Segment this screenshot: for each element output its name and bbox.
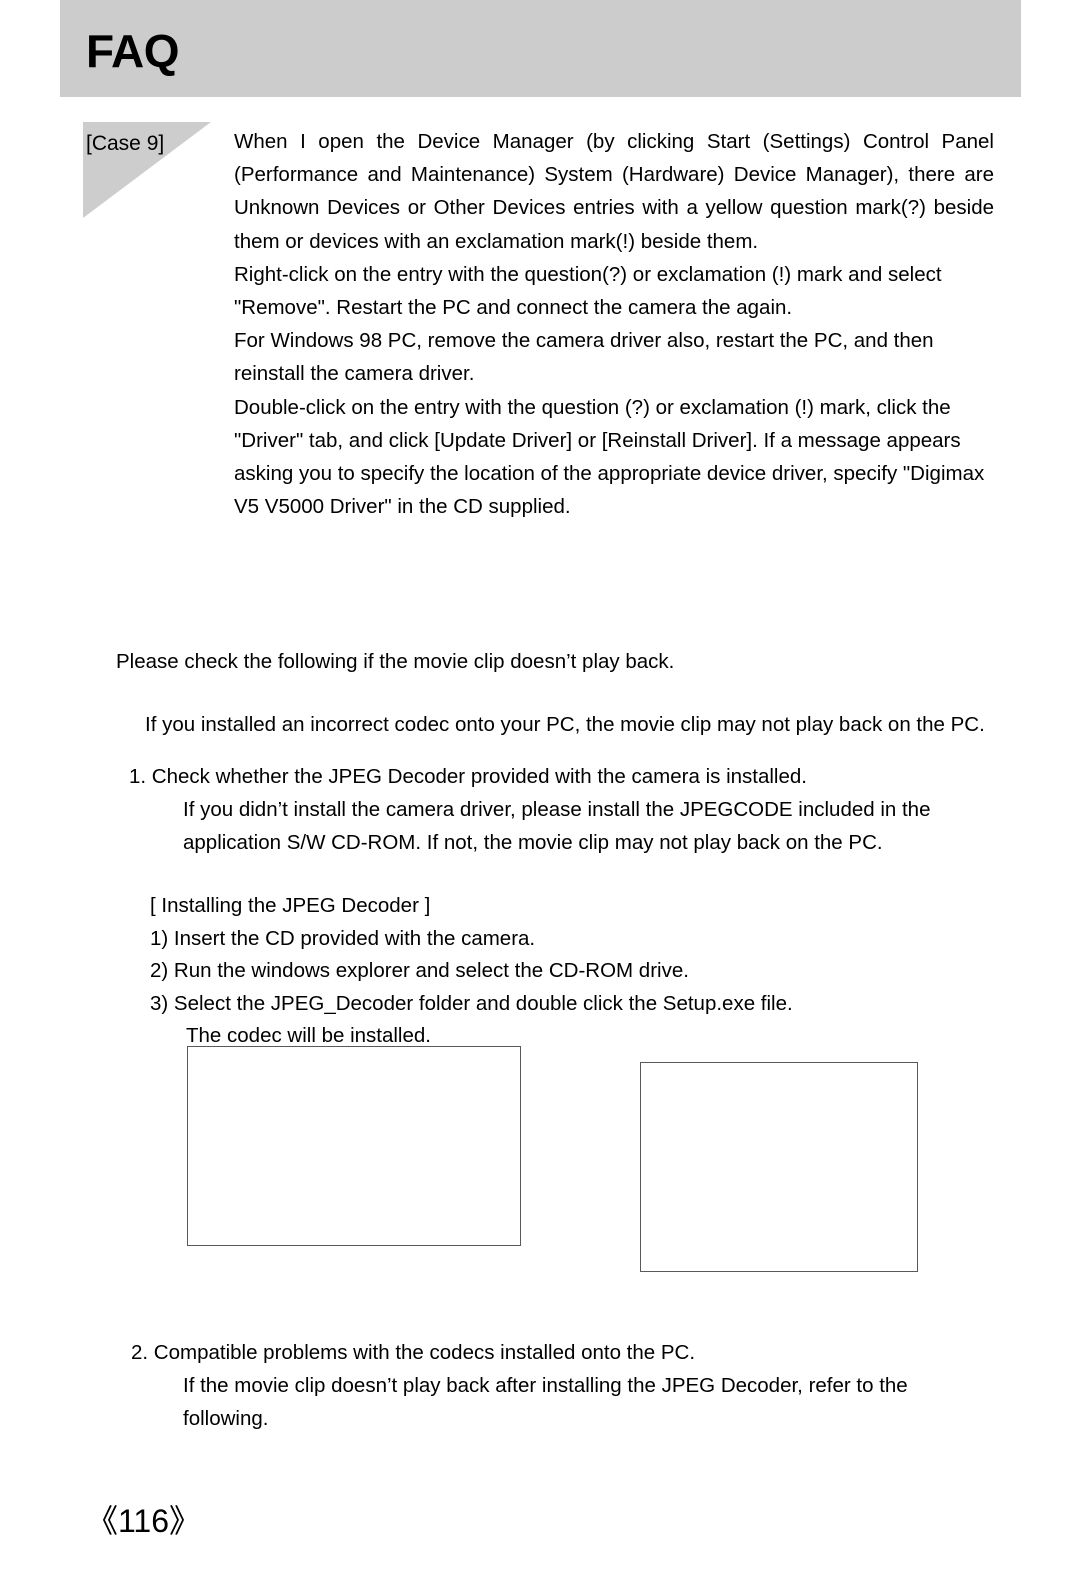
- case-paragraph-1: When I open the Device Manager (by click…: [234, 130, 994, 253]
- document-page: FAQ [Case 9] When I open the Device Mana…: [0, 0, 1080, 1585]
- install-step-2: 2) Run the windows explorer and select t…: [150, 959, 689, 982]
- case-paragraph-3: For Windows 98 PC, remove the camera dri…: [234, 329, 934, 386]
- movie-section-note: If you installed an incorrect codec onto…: [145, 713, 985, 736]
- install-guide-heading: [ Installing the JPEG Decoder ]: [150, 894, 431, 917]
- movie-item1-body: If you didn’t install the camera driver,…: [183, 793, 973, 859]
- movie-item2-line-1: If the movie clip doesn’t play back afte…: [183, 1374, 908, 1397]
- screenshot-placeholder-left: [187, 1046, 521, 1246]
- page-title: FAQ: [86, 25, 180, 77]
- install-step-1: 1) Insert the CD provided with the camer…: [150, 926, 536, 950]
- page-number: 《116》: [86, 1503, 202, 1539]
- screenshot-placeholder-right: [640, 1062, 918, 1272]
- page-header-band: [60, 0, 1021, 97]
- case-label: [Case 9]: [86, 132, 165, 155]
- movie-item1-heading: 1. Check whether the JPEG Decoder provid…: [129, 765, 807, 788]
- case-body: When I open the Device Manager (by click…: [234, 125, 994, 523]
- movie-item1-line-2: application S/W CD-ROM. If not, the movi…: [183, 831, 883, 854]
- movie-section-intro: Please check the following if the movie …: [116, 650, 675, 673]
- install-step-3: 3) Select the JPEG_Decoder folder and do…: [150, 991, 793, 1015]
- movie-item1-line-1: If you didn’t install the camera driver,…: [183, 798, 931, 821]
- install-guide-block: [ Installing the JPEG Decoder ] 1) Inser…: [150, 890, 793, 1053]
- movie-item2-line-2: following.: [183, 1407, 269, 1430]
- movie-item2-body: If the movie clip doesn’t play back afte…: [183, 1369, 973, 1435]
- case-paragraph-2: Right-click on the entry with the questi…: [234, 262, 942, 320]
- case-paragraph-4: Double-click on the entry with the quest…: [234, 395, 985, 519]
- movie-item2-heading: 2. Compatible problems with the codecs i…: [131, 1341, 696, 1364]
